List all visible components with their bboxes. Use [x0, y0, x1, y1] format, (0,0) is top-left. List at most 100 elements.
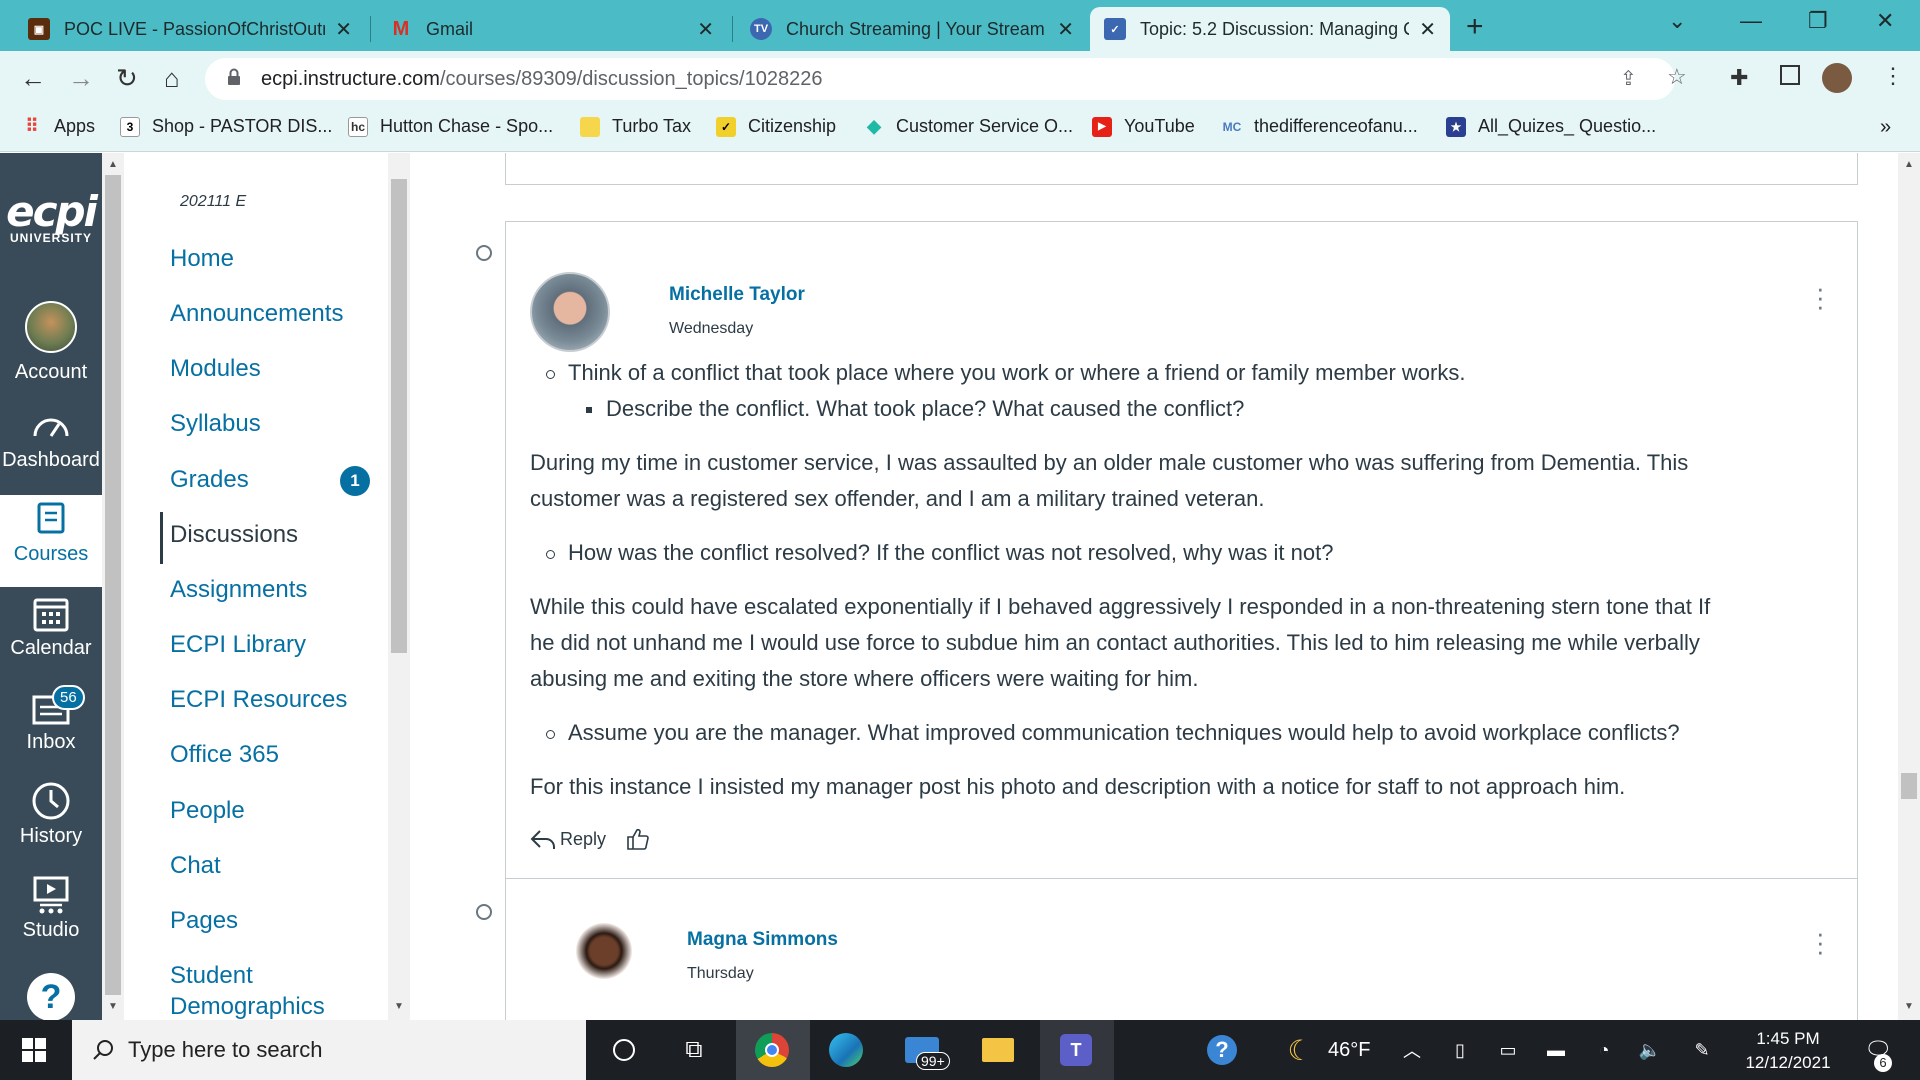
bookmark-hutton-chase[interactable]: hc Hutton Chase - Spo...: [348, 116, 553, 137]
course-nav-home[interactable]: Home: [170, 245, 234, 273]
close-icon[interactable]: ✕: [1419, 17, 1436, 42]
edge-icon[interactable]: [826, 1030, 866, 1070]
course-nav-student[interactable]: Student: [170, 962, 253, 990]
tab-poc-live[interactable]: ▣ POC LIVE - PassionOfChristOutre ✕: [14, 7, 366, 51]
read-status-indicator[interactable]: [476, 904, 492, 920]
url-text[interactable]: ecpi.instructure.com/courses/89309/discu…: [261, 68, 822, 91]
nav-inbox[interactable]: 56 Inbox: [0, 683, 102, 775]
tab-gmail[interactable]: M Gmail ✕: [376, 7, 728, 51]
bookmark-all-quizes[interactable]: ★ All_Quizes_ Questio...: [1446, 116, 1656, 137]
nav-courses[interactable]: Courses: [0, 495, 102, 587]
side-panel-icon[interactable]: [1780, 65, 1800, 85]
author-avatar[interactable]: [530, 272, 610, 352]
weather-moon-icon[interactable]: ☾: [1280, 1030, 1320, 1070]
profile-avatar[interactable]: [1822, 63, 1852, 93]
global-nav-scrollbar[interactable]: ▲ ▼: [102, 153, 124, 1020]
tab-discussion-topic[interactable]: ✓ Topic: 5.2 Discussion: Managing C ✕: [1090, 7, 1450, 51]
pen-ink-icon[interactable]: ✎: [1682, 1030, 1722, 1070]
url-bar[interactable]: ecpi.instructure.com/courses/89309/discu…: [205, 58, 1687, 100]
scrollbar-thumb[interactable]: [105, 175, 121, 995]
course-nav-demographics[interactable]: Demographics: [170, 993, 325, 1020]
scroll-down-arrow-icon[interactable]: ▼: [108, 1001, 118, 1012]
task-view-icon[interactable]: ⧉: [674, 1030, 714, 1070]
scrollbar-thumb[interactable]: [1901, 773, 1917, 799]
tab-church-streaming[interactable]: TV Church Streaming | Your Stream ✕: [736, 7, 1088, 51]
forward-arrow-icon[interactable]: →: [68, 63, 94, 94]
scroll-down-arrow-icon[interactable]: ▼: [1904, 1001, 1914, 1012]
share-icon[interactable]: ⇪: [1620, 66, 1637, 91]
read-status-indicator[interactable]: [476, 245, 492, 261]
like-thumbs-up-icon[interactable]: [626, 827, 650, 851]
bookmark-customer-service[interactable]: ◆ Customer Service O...: [864, 116, 1073, 137]
course-nav-ecpi-library[interactable]: ECPI Library: [170, 631, 306, 659]
help-tips-icon[interactable]: ?: [1202, 1030, 1242, 1070]
nav-calendar[interactable]: Calendar: [0, 589, 102, 681]
reload-icon[interactable]: ↻: [116, 63, 138, 94]
scrollbar-thumb[interactable]: [391, 179, 407, 653]
home-icon[interactable]: ⌂: [164, 63, 180, 94]
bookmark-thedifference[interactable]: MC thedifferenceofanu...: [1222, 116, 1418, 137]
file-explorer-icon[interactable]: [978, 1030, 1018, 1070]
reply-arrow-icon[interactable]: [530, 828, 556, 850]
wifi-icon[interactable]: ◔: [1584, 1030, 1624, 1070]
author-name[interactable]: Michelle Taylor: [669, 284, 805, 306]
teams-icon[interactable]: T: [1056, 1030, 1096, 1070]
show-hidden-icons-chevron-icon[interactable]: ︿: [1392, 1030, 1432, 1070]
reply-button[interactable]: Reply: [560, 829, 606, 850]
nav-account[interactable]: Account: [0, 301, 102, 395]
bookmarks-overflow-icon[interactable]: »: [1880, 116, 1891, 139]
nav-dashboard[interactable]: Dashboard: [0, 401, 102, 493]
bookmark-youtube[interactable]: ▶ YouTube: [1092, 116, 1195, 137]
course-nav-discussions[interactable]: Discussions: [170, 521, 298, 549]
course-nav-people[interactable]: People: [170, 797, 245, 825]
close-icon[interactable]: ✕: [697, 17, 714, 42]
bookmark-citizenship[interactable]: ✓ Citizenship: [716, 116, 836, 137]
volume-icon[interactable]: 🔈: [1630, 1030, 1670, 1070]
new-tab-button[interactable]: +: [1466, 10, 1484, 44]
scroll-up-arrow-icon[interactable]: ▲: [108, 159, 118, 170]
author-name[interactable]: Magna Simmons: [687, 929, 838, 951]
bookmark-star-icon[interactable]: ☆: [1667, 64, 1687, 90]
back-arrow-icon[interactable]: ←: [20, 63, 46, 94]
windows-start-icon[interactable]: [22, 1038, 46, 1067]
ecpi-logo[interactable]: ecpi UNIVERSITY: [0, 191, 102, 246]
entry-options-icon[interactable]: · · ·: [1816, 920, 1825, 964]
minimize-icon[interactable]: —: [1740, 8, 1762, 34]
restore-icon[interactable]: ❐: [1808, 8, 1828, 34]
course-nav-scrollbar[interactable]: ▼: [388, 153, 410, 1020]
tab-search-chevron-icon[interactable]: ⌄: [1668, 8, 1686, 34]
close-icon[interactable]: ✕: [335, 17, 352, 42]
cortana-circle-icon[interactable]: [604, 1030, 644, 1070]
entry-options-icon[interactable]: · · ·: [1816, 275, 1825, 319]
window-close-icon[interactable]: ✕: [1876, 8, 1894, 34]
tray-app-icon[interactable]: ▯: [1440, 1030, 1480, 1070]
help-icon[interactable]: ?: [27, 973, 75, 1020]
scroll-up-arrow-icon[interactable]: ▲: [1904, 159, 1914, 170]
page-scrollbar[interactable]: ▲ ▼: [1898, 153, 1920, 1020]
scroll-down-arrow-icon[interactable]: ▼: [394, 1001, 404, 1012]
course-nav-ecpi-resources[interactable]: ECPI Resources: [170, 686, 347, 714]
course-nav-syllabus[interactable]: Syllabus: [170, 410, 261, 438]
course-nav-pages[interactable]: Pages: [170, 907, 238, 935]
course-nav-office-365[interactable]: Office 365: [170, 741, 279, 769]
extensions-icon[interactable]: ✚: [1730, 65, 1748, 91]
course-nav-grades[interactable]: Grades: [170, 466, 249, 494]
chrome-icon[interactable]: [752, 1030, 792, 1070]
nav-studio[interactable]: Studio: [0, 871, 102, 963]
bookmark-turbo-tax[interactable]: Turbo Tax: [580, 116, 691, 137]
bookmark-shop[interactable]: 3 Shop - PASTOR DIS...: [120, 116, 332, 137]
tray-screen-icon[interactable]: ▭: [1488, 1030, 1528, 1070]
more-menu-icon[interactable]: ⋮: [1882, 63, 1904, 89]
course-nav-chat[interactable]: Chat: [170, 852, 221, 880]
taskbar-search-box[interactable]: Type here to search: [72, 1020, 586, 1080]
nav-history[interactable]: History: [0, 777, 102, 869]
bookmark-apps[interactable]: ⠿ Apps: [22, 116, 95, 137]
lock-icon[interactable]: [227, 68, 241, 86]
author-avatar[interactable]: [576, 923, 632, 979]
course-nav-assignments[interactable]: Assignments: [170, 576, 307, 604]
weather-temp[interactable]: 46°F: [1328, 1039, 1370, 1062]
battery-icon[interactable]: ▬: [1536, 1030, 1576, 1070]
system-clock[interactable]: 1:45 PM 12/12/2021: [1728, 1027, 1848, 1075]
course-nav-announcements[interactable]: Announcements: [170, 300, 343, 328]
close-icon[interactable]: ✕: [1057, 17, 1074, 42]
